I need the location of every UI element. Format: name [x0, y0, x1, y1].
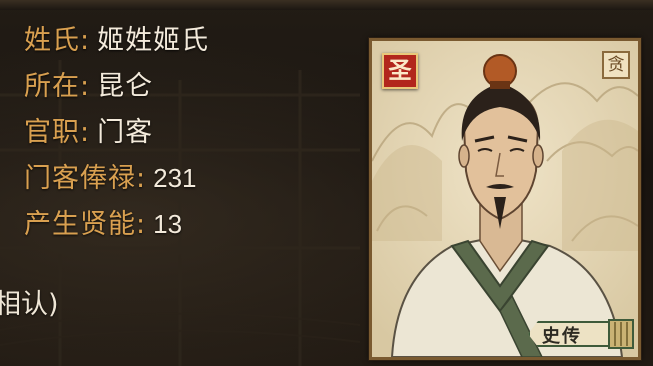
greed-badge-icon: 贪 [602, 51, 630, 79]
location-label: 所在 [24, 71, 80, 102]
bamboo-book-icon [608, 319, 634, 349]
talent-value: 13 [153, 209, 183, 239]
salary-label: 门客俸禄 [24, 163, 136, 194]
portrait-card[interactable]: 圣 贪 史传 [368, 37, 642, 361]
salary-value: 231 [153, 163, 197, 193]
character-info-panel: 姓氏 : 姬姓姬氏 所在 : 昆仑 官职 : 门客 门客俸禄 : 231 产生贤… [0, 0, 653, 366]
history-button-label: 史传 [542, 326, 582, 347]
surname-colon: : [80, 25, 90, 56]
sage-badge-icon: 圣 [382, 53, 418, 89]
row-location: 所在 : 昆仑 [24, 64, 209, 110]
office-value: 门客 [97, 117, 154, 148]
truncated-text: 相认) [0, 289, 59, 320]
surname-label: 姓氏 [24, 25, 80, 56]
row-office: 官职 : 门客 [24, 110, 209, 156]
office-colon: : [80, 117, 90, 148]
row-talent: 产生贤能 : 13 [24, 202, 209, 248]
office-label: 官职 [24, 117, 80, 148]
row-salary: 门客俸禄 : 231 [24, 156, 209, 202]
talent-label: 产生贤能 [24, 209, 136, 240]
history-button[interactable]: 史传 [528, 317, 636, 351]
row-surname: 姓氏 : 姬姓姬氏 [24, 18, 209, 64]
info-list: 姓氏 : 姬姓姬氏 所在 : 昆仑 官职 : 门客 门客俸禄 : 231 产生贤… [24, 18, 209, 248]
talent-colon: : [136, 209, 146, 240]
surname-value: 姬姓姬氏 [97, 25, 210, 56]
location-colon: : [80, 71, 90, 102]
location-value: 昆仑 [97, 71, 154, 102]
salary-colon: : [136, 163, 146, 194]
